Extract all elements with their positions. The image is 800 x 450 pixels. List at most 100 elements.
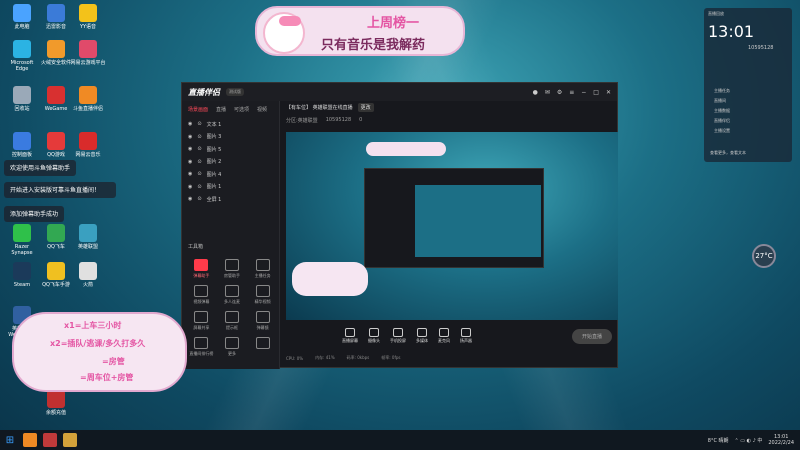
start-live-button[interactable]: 开始直播 [571,328,612,344]
widget-time: 13:01 [708,22,755,41]
speaker-button[interactable]: 扬声器 [460,328,472,344]
desktop-icon[interactable]: 控制面板 [4,132,40,158]
lock-icon[interactable]: ⊙ [197,134,201,140]
widget-item[interactable]: 主播设置 [714,128,730,134]
desktop-icon[interactable]: 迅雷影音 [38,4,74,30]
tool-button[interactable]: 房管助手 [217,259,248,279]
eye-icon[interactable]: ◉ [188,159,192,165]
tool-button[interactable]: 多人连麦 [217,285,248,305]
desktop-icon[interactable]: QQ游戏 [38,132,74,158]
eye-icon[interactable]: ◉ [188,171,192,177]
nested-preview [415,185,541,257]
scene-item[interactable]: ◉ ⊙ 全屏 1 [182,193,279,206]
tab-video[interactable]: 视频 [257,106,267,113]
desktop-icon[interactable]: 网易云游戏平台 [70,40,106,66]
minimize-icon[interactable]: − [581,89,586,96]
desktop-icon[interactable]: 火箭 [70,262,106,288]
windows-start-icon[interactable]: ⊞ [0,435,20,446]
scene-item[interactable]: ◉ ⊙ 图片 5 [182,143,279,156]
desktop-icon[interactable]: YY语音 [70,4,106,30]
eye-icon[interactable]: ◉ [188,184,192,190]
widget-footer[interactable]: 查看更多，查看文本 [710,150,746,156]
camera-button[interactable]: 摄像头 [368,328,380,344]
desktop-icon-label: QQ游戏 [47,152,65,158]
clock[interactable]: 13:01 2022/2/24 [768,434,794,446]
phone-cast-button[interactable]: 手机投屏 [390,328,406,344]
close-icon[interactable]: ✕ [606,89,611,96]
tool-button[interactable]: 精华视频 [247,285,278,305]
lock-icon[interactable]: ⊙ [197,196,201,202]
eye-icon[interactable]: ◉ [188,196,192,202]
desktop-icon[interactable]: Steam [4,262,40,288]
tool-button[interactable]: 屏幕共享 [186,311,217,331]
desktop-icon[interactable]: 网易云音乐 [70,132,106,158]
scene-item[interactable]: ◉ ⊙ 图片 2 [182,156,279,169]
desktop-icon[interactable]: 火绒安全软件 [38,40,74,66]
widget-item[interactable]: 主播任务 [714,88,730,94]
weather-widget[interactable]: 27°C [752,244,776,268]
lock-icon[interactable]: ⊙ [197,121,201,127]
desktop-icon[interactable]: 余额充值 [38,390,74,416]
stream-category[interactable]: 分区:英雄联盟 [286,117,318,124]
scene-item[interactable]: ◉ ⊙ 文本 1 [182,118,279,131]
tool-button[interactable] [247,337,278,357]
desktop-icon[interactable]: 英雄联盟 [70,224,106,250]
tab-scene[interactable]: 场景画面 [188,106,208,113]
preview-cloud [292,262,368,296]
desktop-icon[interactable]: 回收站 [4,86,40,112]
widget-item[interactable]: 主播数据 [714,108,730,114]
desktop-icon[interactable]: Razer Synapse [4,224,40,256]
settings-icon[interactable]: ⚙ [557,89,562,96]
tool-button[interactable]: 更多 [217,337,248,357]
lock-icon[interactable]: ⊙ [197,171,201,177]
lock-icon[interactable]: ⊙ [197,159,201,165]
banner-title: 上周榜一 [367,16,420,31]
microphone-button[interactable]: 麦克风 [438,328,450,344]
scene-item[interactable]: ◉ ⊙ 图片 3 [182,131,279,144]
tool-icon [224,337,239,349]
widget-item[interactable]: 直播间 [714,98,726,104]
tray-icons[interactable]: ⌃ ▭ ◐ ♪ 中 [735,437,763,444]
tool-button[interactable]: 提示框 [217,311,248,331]
tool-button[interactable]: 视频弹幕 [186,285,217,305]
desktop-icon-label: QQ飞车手游 [42,282,70,288]
lock-icon[interactable]: ⊙ [197,184,201,190]
maximize-icon[interactable]: □ [593,89,599,96]
widget-title: 直播回放 [708,11,724,16]
edit-title-button[interactable]: 更改 [357,103,374,112]
taskbar-weather[interactable]: 8°C 晴朗 [708,437,729,444]
taskbar-app-wegame[interactable] [43,433,57,447]
scene-item[interactable]: ◉ ⊙ 图片 4 [182,168,279,181]
tool-button[interactable]: 直播间排行榜 [186,337,217,357]
app-logo: 直播伴侣 [188,87,220,97]
desktop-icon[interactable]: QQ飞车 [38,224,74,250]
desktop-icon[interactable]: 此电脑 [4,4,40,30]
scene-item[interactable]: ◉ ⊙ 图片 1 [182,181,279,194]
widget-item[interactable]: 直播伴侣 [714,118,730,124]
taskbar-app-douyu[interactable] [23,433,37,447]
mail-icon[interactable]: ✉ [545,89,550,96]
desktop-icon[interactable]: QQ飞车手游 [38,262,74,288]
lock-icon[interactable]: ⊙ [197,146,201,152]
desktop-icon-label: Razer Synapse [11,244,33,256]
taskbar-app-other[interactable] [63,433,77,447]
media-button[interactable]: 多媒体 [416,328,428,344]
eye-icon[interactable]: ◉ [188,146,192,152]
screen-capture-button[interactable]: 直播屏幕 [342,328,358,344]
desktop-icon[interactable]: 斗鱼直播伴侣 [70,86,106,112]
tab-live[interactable]: 直播 [216,106,226,113]
tool-button[interactable]: 主播任务 [247,259,278,279]
menu-icon[interactable]: ≡ [569,89,574,96]
tab-options[interactable]: 可选项 [234,106,249,113]
tool-button[interactable]: 弹幕助手 [186,259,217,279]
desktop-icon[interactable]: WeGame [38,86,74,112]
tool-icon [255,259,270,271]
avatar[interactable]: ● [533,89,538,96]
tool-button[interactable]: 弹幕镜 [247,311,278,331]
eye-icon[interactable]: ◉ [188,134,192,140]
stream-preview[interactable] [286,132,618,320]
desktop-icon[interactable]: Microsoft Edge [4,40,40,72]
eye-icon[interactable]: ◉ [188,121,192,127]
app-icon [47,224,65,242]
tool-icon [194,311,209,323]
